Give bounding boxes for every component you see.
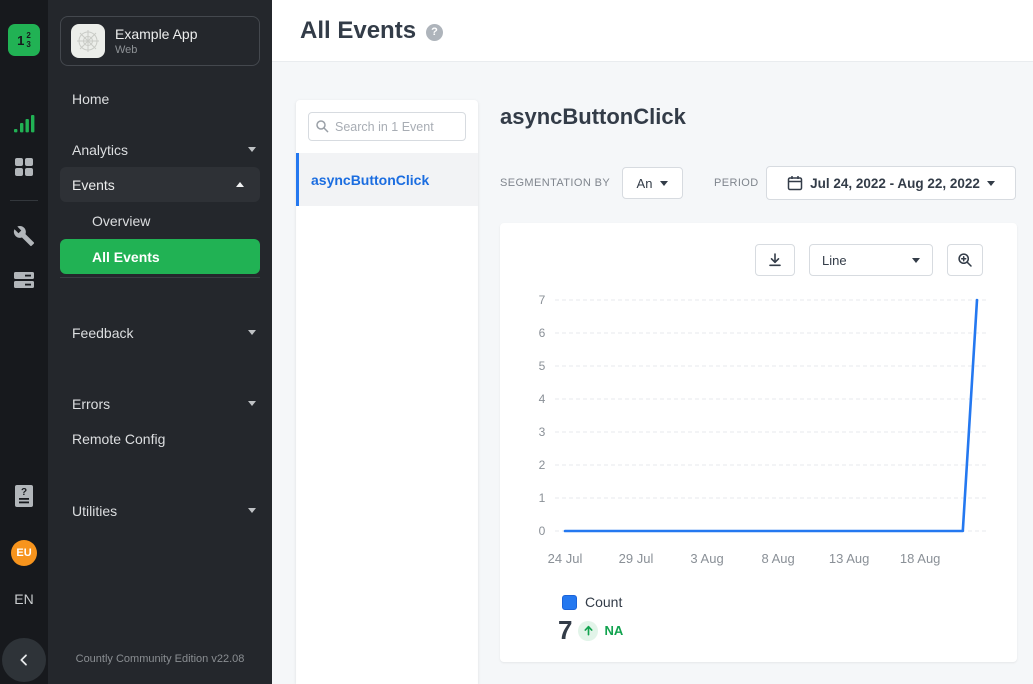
trend-change-value: NA [604, 623, 623, 638]
svg-text:29 Jul: 29 Jul [619, 551, 654, 566]
sidebar-item-remote-config[interactable]: Remote Config [48, 421, 272, 456]
chevron-down-icon [248, 147, 256, 152]
count-series-checkbox[interactable] [562, 595, 577, 610]
period-label: PERIOD [714, 167, 759, 199]
apps-grid-icon[interactable] [12, 155, 36, 179]
chart-type-dropdown[interactable]: Line [809, 244, 933, 276]
page-header: All Events ? [272, 0, 1033, 62]
legend-label: Count [585, 594, 622, 610]
chevron-down-icon [248, 401, 256, 406]
chart-card: Line 0 1 2 3 4 5 6 7 24 Jul 29 Jul 3 Aug 8 Aug 13 Au… [500, 223, 1017, 662]
sidebar-item-overview[interactable]: Overview [48, 203, 272, 238]
report-manager-icon[interactable]: ? [12, 484, 36, 508]
svg-text:18 Aug: 18 Aug [900, 551, 941, 566]
svg-text:0: 0 [539, 524, 546, 538]
sidebar-item-home[interactable]: Home [48, 81, 272, 116]
sidebar-item-feedback[interactable]: Feedback [48, 315, 272, 350]
sidebar-item-all-events[interactable]: All Events [60, 239, 260, 274]
svg-text:3: 3 [539, 425, 546, 439]
analytics-bars-icon[interactable] [12, 112, 36, 136]
total-count-value: 7 [558, 615, 572, 646]
svg-text:2: 2 [539, 458, 546, 472]
period-dropdown[interactable]: Jul 24, 2022 - Aug 22, 2022 [766, 166, 1016, 200]
language-selector[interactable]: EN [0, 591, 48, 607]
svg-text:8 Aug: 8 Aug [761, 551, 794, 566]
app-placeholder-icon [71, 24, 105, 58]
svg-text:24 Jul: 24 Jul [548, 551, 583, 566]
chart-legend[interactable]: Count [562, 594, 622, 610]
chevron-down-icon [987, 181, 995, 186]
app-platform: Web [115, 44, 198, 56]
page-title: All Events [300, 17, 416, 45]
sidebar-collapse-button[interactable] [2, 638, 46, 682]
help-icon[interactable]: ? [426, 24, 443, 41]
trend-up-icon [578, 621, 598, 641]
data-manager-icon[interactable] [12, 268, 36, 292]
zoom-chart-button[interactable] [947, 244, 983, 276]
app-name: Example App [115, 26, 198, 42]
segmentation-dropdown[interactable]: An [622, 167, 683, 199]
svg-text:6: 6 [539, 326, 546, 340]
download-chart-button[interactable] [755, 244, 795, 276]
sidebar-item-events[interactable]: Events [60, 167, 260, 202]
svg-text:7: 7 [539, 293, 546, 307]
chevron-down-icon [248, 330, 256, 335]
search-icon [315, 119, 329, 138]
svg-text:5: 5 [539, 359, 546, 373]
total-count-row: 7 NA [558, 615, 623, 646]
svg-text:13 Aug: 13 Aug [829, 551, 870, 566]
events-list-panel: asyncButtonClick [296, 100, 478, 684]
icon-rail: 1 23 ? EU EN [0, 0, 48, 684]
countly-app: 1 23 ? EU EN Example A [0, 0, 1033, 684]
logo-digit-1: 1 [17, 33, 24, 48]
user-avatar[interactable]: EU [11, 540, 37, 566]
version-footer: Countly Community Edition v22.08 [48, 653, 272, 665]
sidebar-item-errors[interactable]: Errors [48, 386, 272, 421]
event-search-input[interactable] [308, 112, 466, 141]
calendar-icon [787, 175, 803, 191]
svg-text:4: 4 [539, 392, 546, 406]
events-list: asyncButtonClick [296, 153, 478, 684]
chevron-down-icon [912, 258, 920, 263]
line-chart-svg[interactable]: 0 1 2 3 4 5 6 7 24 Jul 29 Jul 3 Aug 8 Aug 13 Aug 18 A… [500, 290, 1017, 574]
segmentation-label: SEGMENTATION BY [500, 167, 610, 199]
event-detail-title: asyncButtonClick [500, 104, 686, 130]
chevron-up-icon [236, 182, 244, 187]
svg-text:?: ? [21, 487, 27, 498]
rail-divider [10, 200, 38, 201]
chevron-down-icon [248, 508, 256, 513]
sidebar: Example App Web Home Analytics Events Ov… [48, 0, 272, 684]
svg-text:3 Aug: 3 Aug [690, 551, 723, 566]
app-selector[interactable]: Example App Web [60, 16, 260, 66]
event-list-item[interactable]: asyncButtonClick [296, 153, 478, 206]
menu-divider [60, 277, 260, 278]
wrench-icon[interactable] [12, 224, 36, 248]
countly-logo-icon[interactable]: 1 23 [8, 24, 40, 56]
svg-text:1: 1 [539, 491, 546, 505]
chevron-down-icon [660, 181, 668, 186]
logo-digits-23: 23 [26, 31, 30, 49]
sidebar-item-utilities[interactable]: Utilities [48, 493, 272, 528]
sidebar-item-analytics[interactable]: Analytics [48, 132, 272, 167]
